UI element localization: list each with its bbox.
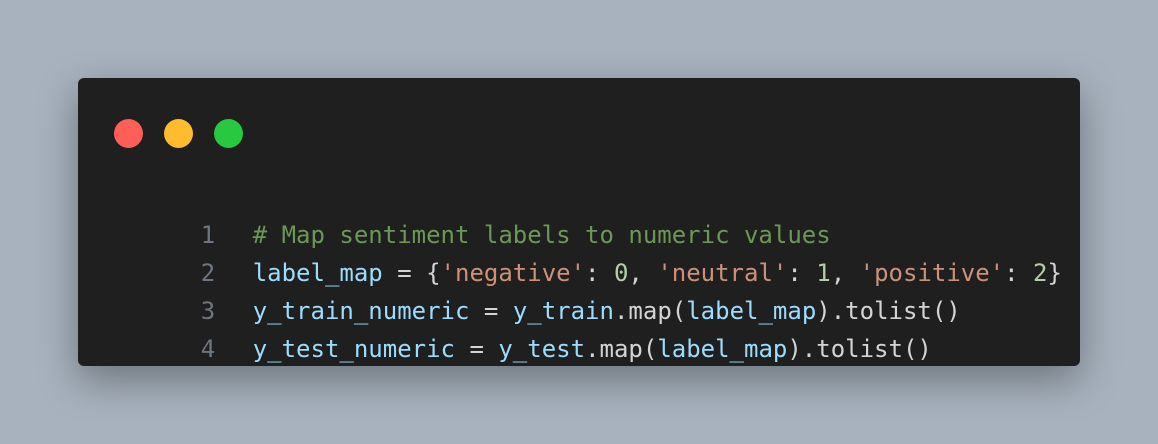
code-token: y_train [512,297,614,325]
code-token: # Map sentiment labels to numeric values [252,221,831,249]
code-token: = [469,297,513,325]
line-content: label_map = {'negative': 0, 'neutral': 1… [253,259,1062,287]
code-token: 1 [816,259,831,287]
code-token: : [1004,259,1034,287]
minimize-button[interactable] [164,119,193,148]
code-token: 0 [613,259,629,287]
code-token: .map( [585,335,658,363]
code-token: label_map [252,259,383,287]
line-content: y_train_numeric = y_train.map(label_map)… [253,297,961,325]
code-token: , [830,259,860,287]
code-token: .map( [613,297,687,325]
code-token: , [628,259,658,287]
code-token: 2 [1033,259,1048,287]
code-token: 'positive' [859,259,1005,287]
code-line: 1 # Map sentiment labels to numeric value… [114,178,1060,249]
code-token: : [787,259,817,287]
code-token: 'neutral' [657,259,788,287]
code-window: 1 # Map sentiment labels to numeric value… [78,78,1080,366]
code-token: y_test_numeric [252,335,455,363]
line-number: 3 [200,297,216,325]
close-button[interactable] [114,119,143,148]
maximize-button[interactable] [214,119,243,148]
line-number: 1 [200,221,216,249]
code-token: : [585,259,614,287]
code-block: 1 # Map sentiment labels to numeric value… [114,178,1062,363]
code-token: y_test [498,335,586,363]
code-token: label_map [686,297,817,325]
code-token: = [455,335,499,363]
code-token: y_train_numeric [252,297,470,325]
code-token: label_map [657,335,788,363]
code-token: } [1047,259,1062,287]
line-number: 4 [200,335,216,363]
code-token: = { [382,259,441,287]
line-number: 2 [200,259,216,287]
window-controls [114,119,243,148]
line-content: y_test_numeric = y_test.map(label_map).t… [253,335,932,363]
code-token: 'negative' [440,259,586,287]
code-token: ).tolist() [816,297,961,325]
line-content: # Map sentiment labels to numeric values [253,221,831,249]
code-token: ).tolist() [787,335,932,363]
